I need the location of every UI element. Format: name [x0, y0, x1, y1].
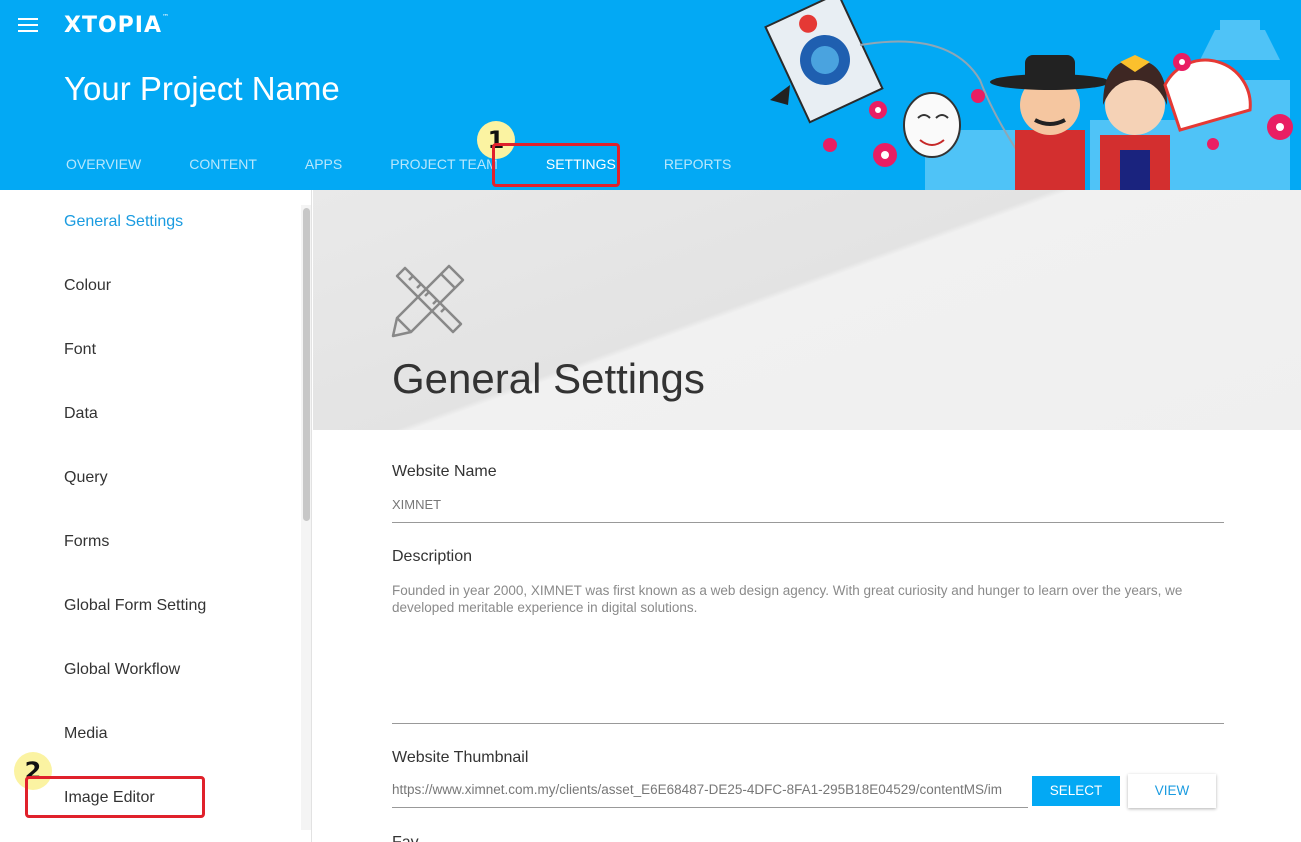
website-thumbnail-input[interactable]: https://www.ximnet.com.my/clients/asset_… — [392, 782, 1028, 797]
favicon-label-partial: Fav — [392, 834, 419, 842]
pencil-ruler-icon — [391, 264, 465, 338]
tab-overview[interactable]: OVERVIEW — [42, 140, 165, 190]
sidebar-item-data[interactable]: Data — [64, 405, 98, 423]
view-thumbnail-button[interactable]: VIEW — [1128, 774, 1216, 808]
sidebar-item-query[interactable]: Query — [64, 469, 108, 487]
website-name-input[interactable]: XIMNET — [392, 497, 441, 512]
sidebar-item-forms[interactable]: Forms — [64, 533, 109, 551]
description-textarea[interactable]: Founded in year 2000, XIMNET was first k… — [392, 582, 1222, 616]
sidebar-item-media[interactable]: Media — [64, 725, 108, 743]
image-editor-highlight — [25, 776, 205, 818]
logo-text: XTOPIA — [64, 13, 163, 38]
tab-apps[interactable]: APPS — [281, 140, 366, 190]
website-thumbnail-label: Website Thumbnail — [392, 749, 529, 766]
description-label: Description — [392, 548, 473, 565]
app-header: XTOPIA™ Your Project Name OVERVIEW CONTE… — [0, 0, 1301, 190]
hamburger-menu-icon[interactable] — [18, 18, 38, 34]
tab-bar: OVERVIEW CONTENT APPS PROJECT TEAM SETTI… — [42, 140, 755, 190]
page-title: General Settings — [392, 355, 705, 402]
sidebar-item-general-settings[interactable]: General Settings — [64, 213, 183, 231]
logo-trademark: ™ — [162, 13, 171, 21]
sidebar-item-font[interactable]: Font — [64, 341, 96, 359]
sidebar-item-colour[interactable]: Colour — [64, 277, 111, 295]
settings-sidebar: General Settings Colour Font Data Query … — [0, 190, 312, 842]
sidebar-scrollbar-thumb[interactable] — [303, 208, 310, 521]
main-content: General Settings Website Name XIMNET Des… — [313, 190, 1301, 842]
project-name: Your Project Name — [64, 70, 340, 107]
sidebar-item-global-workflow[interactable]: Global Workflow — [64, 661, 180, 679]
tab-reports[interactable]: REPORTS — [640, 140, 755, 190]
sidebar-item-global-form-setting[interactable]: Global Form Setting — [64, 597, 206, 615]
description-underline — [392, 723, 1224, 724]
website-name-underline — [392, 522, 1224, 523]
tab-content[interactable]: CONTENT — [165, 140, 281, 190]
hero-banner: General Settings — [313, 190, 1301, 430]
xtopia-logo[interactable]: XTOPIA™ — [64, 13, 170, 38]
festival-illustration — [764, 0, 1293, 190]
website-name-label: Website Name — [392, 463, 497, 480]
settings-tab-highlight — [492, 143, 620, 187]
website-thumbnail-underline — [392, 807, 1028, 808]
select-thumbnail-button[interactable]: SELECT — [1032, 776, 1120, 806]
